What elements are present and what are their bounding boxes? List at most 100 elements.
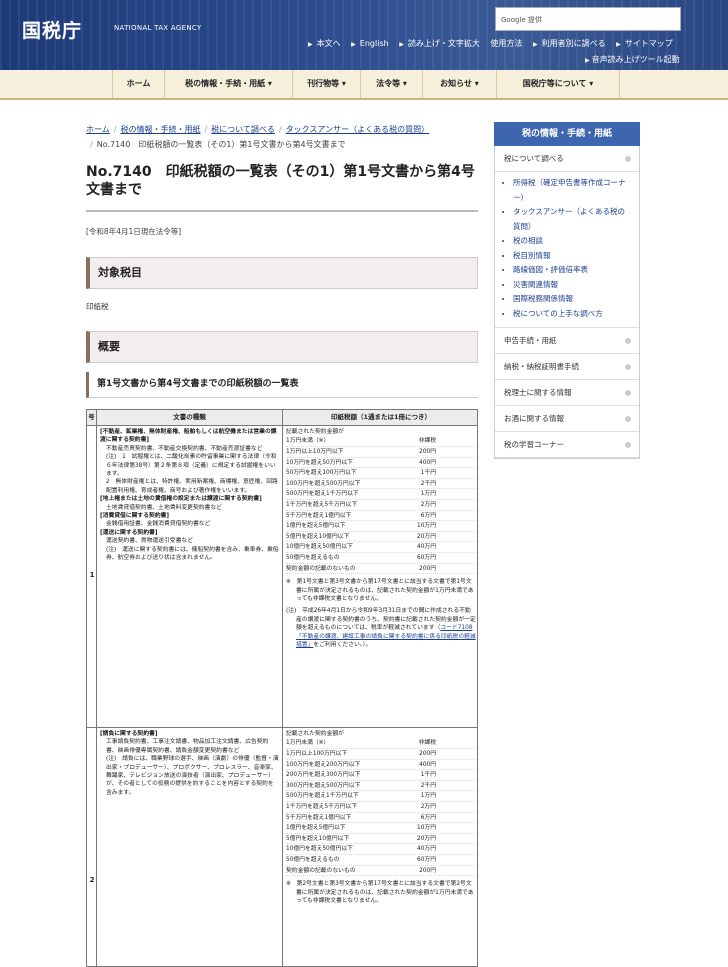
rate-row: 10万円を超え50万円以下 400円 bbox=[286, 458, 476, 469]
rate-row: 300万円を超え500万円以下 2千円 bbox=[286, 781, 476, 792]
document-description: 不動産売買契約書、不動産交換契約書、不動産売渡証書など bbox=[106, 445, 263, 452]
nav-tax-info[interactable]: 税の情報・手続・用紙 ▾ bbox=[164, 70, 292, 98]
sidebar-subitem[interactable]: 所得税（確定申告書等作成コーナー） bbox=[513, 176, 631, 205]
row-number: 1 bbox=[89, 571, 95, 579]
rate-amount: 40万円 bbox=[417, 544, 436, 551]
rate-row: 5億円を超え10億円以下 20万円 bbox=[286, 532, 476, 543]
sidebar-subitem[interactable]: タックスアンサー（よくある税の質問） bbox=[513, 205, 631, 234]
sidebar-item[interactable]: 納税・納税証明書手続 bbox=[495, 354, 639, 380]
site-logo-english: NATIONAL TAX AGENCY bbox=[114, 24, 202, 32]
breadcrumb-home[interactable]: ホーム bbox=[86, 125, 110, 134]
nav-home[interactable]: ホーム bbox=[112, 70, 164, 98]
search-input[interactable]: Google 提供 bbox=[495, 7, 681, 31]
rate-row: 50億円を超えるもの 60万円 bbox=[286, 553, 476, 564]
document-type-cell: [請負に関する契約書] 工事請負契約書、工事注文請書、物品加工注文請書、広告契約書… bbox=[97, 728, 283, 966]
util-link-usage[interactable]: 使用方法 bbox=[490, 39, 526, 48]
sidebar-item[interactable]: お酒に関する情報 bbox=[495, 406, 639, 432]
rate-row: 200万円を超え300万円以下 1千円 bbox=[286, 770, 476, 781]
rate-amount: 10万円 bbox=[417, 825, 436, 832]
rate-range: 5千万円を超え1億円以下 bbox=[286, 512, 352, 519]
util-link-read-aloud[interactable]: ▶ 読み上げ・文字拡大 bbox=[399, 39, 484, 48]
sidebar-subitem[interactable]: 国際税務関係情報 bbox=[513, 292, 631, 307]
note-text: ※ 第1号文書と第3号文書から第17号文書とに該当する文書で第1号文書に所属が決… bbox=[286, 579, 474, 602]
rate-range: 10億円を超え50億円以下 bbox=[286, 846, 353, 853]
triangle-icon: ▶ bbox=[308, 41, 313, 48]
sidebar-subitem[interactable]: 税目別情報 bbox=[513, 249, 631, 264]
rate-row: 契約金額の記載のないもの 200円 bbox=[286, 564, 476, 575]
nav-news[interactable]: お知らせ ▾ bbox=[422, 70, 496, 98]
document-description: (注) 1 試掘権とは、二酸化炭素の貯留事業に関する法律（令和６年法律第38号）… bbox=[106, 454, 277, 478]
rate-row: 500万円を超え1千万円以下 1万円 bbox=[286, 489, 476, 500]
triangle-icon: ▶ bbox=[585, 57, 590, 64]
breadcrumb-research[interactable]: 税について調べる bbox=[211, 125, 275, 134]
rate-amount: 非課税 bbox=[418, 438, 436, 445]
rate-row: 1万円以上100万円以下 200円 bbox=[286, 749, 476, 760]
tax-amount-cell: 記載された契約金額が 1万円未満（※） 非課税 1万円以上10万円以下 200円 10万… bbox=[283, 426, 477, 727]
bullet-icon bbox=[625, 442, 631, 448]
stamp-duty-table: 号 文書の種類 印紙税額（1通または1冊につき） 1 [不動産、鉱業権、無体財産… bbox=[86, 409, 478, 967]
rate-range: 100万円を超え200万円以下 bbox=[286, 761, 361, 768]
rate-amount: 400円 bbox=[419, 459, 436, 466]
note-text: (注) 平成26年4月1日から令和9年3月31日までの間に作成される不動産の譲渡… bbox=[286, 608, 476, 648]
document-type-cell: [不動産、鉱業権、無体財産権、船舶もしくは航空機または営業の譲渡に関する契約書]… bbox=[97, 426, 283, 727]
rate-range: 5億円を超え10億円以下 bbox=[286, 835, 350, 842]
sidebar-item[interactable]: 申告手続・用紙 bbox=[495, 328, 639, 354]
table-header: 号 文書の種類 印紙税額（1通または1冊につき） bbox=[87, 410, 477, 426]
rate-amount: 200円 bbox=[419, 751, 436, 757]
title-divider bbox=[86, 210, 478, 212]
breadcrumb-current: No.7140 印紙税額の一覧表（その1）第1号文書から第4号文書まで bbox=[96, 140, 346, 149]
global-nav: ホーム 税の情報・手続・用紙 ▾ 刊行物等 ▾ 法令等 ▾ お知らせ ▾ 国税庁… bbox=[0, 70, 728, 100]
bullet-icon bbox=[625, 156, 631, 162]
rate-row: 10億円を超え50億円以下 40万円 bbox=[286, 844, 476, 855]
sidebar-subitem[interactable]: 災害関連情報 bbox=[513, 278, 631, 293]
tax-amount-cell: 記載された契約金額が 1万円未満（※） 非課税 1万円以上100万円以下 200円 10… bbox=[283, 728, 477, 966]
sidebar-item[interactable]: 税の学習コーナー bbox=[495, 432, 639, 458]
site-logo[interactable]: 国税庁 bbox=[22, 16, 102, 42]
util-link-english[interactable]: ▶ English bbox=[351, 39, 393, 48]
search-provider-label: Google 提供 bbox=[501, 16, 542, 24]
rate-row: 5千万円を超え1億円以下 6万円 bbox=[286, 813, 476, 824]
sidebar-item[interactable]: 税理士に関する情報 bbox=[495, 380, 639, 406]
rate-row: 1億円を超え5億円以下 10万円 bbox=[286, 521, 476, 532]
document-category: [運送に関する契約書] bbox=[100, 529, 158, 536]
nav-laws[interactable]: 法令等 ▾ bbox=[360, 70, 422, 98]
util-link-sitemap[interactable]: ▶ サイトマップ bbox=[616, 39, 677, 48]
util-link-by-user[interactable]: ▶ 利用者別に調べる bbox=[533, 39, 610, 48]
rate-list: 1万円未満（※） 非課税 1万円以上100万円以下 200円 100万円を超え200万円… bbox=[286, 738, 476, 877]
sidebar-sublist: 所得税（確定申告書等作成コーナー）タックスアンサー（よくある税の質問）税の相談税… bbox=[495, 172, 639, 328]
utility-links: ▶ 本文へ ▶ English ▶ 読み上げ・文字拡大 使用方法 ▶ 利用者別に調べる … bbox=[308, 38, 718, 49]
sidebar-title: 税の情報・手続・用紙 bbox=[494, 122, 640, 146]
util-link-main[interactable]: ▶ 本文へ bbox=[308, 39, 345, 48]
bullet-icon bbox=[625, 338, 631, 344]
triangle-icon: ▶ bbox=[616, 41, 621, 48]
rate-range: 1万円以上10万円以下 bbox=[286, 449, 344, 455]
heading-target-tax: 対象税目 bbox=[86, 257, 478, 289]
rate-range: 500万円を超え1千万円以下 bbox=[286, 491, 359, 498]
document-description: 金銭借用証書、金銭消費貸借契約書など bbox=[106, 521, 211, 528]
sidebar-subitem[interactable]: 路線価図・評価倍率表 bbox=[513, 263, 631, 278]
rate-row: 1万円以上10万円以下 200円 bbox=[286, 447, 476, 458]
note-text: ※ 第2号文書と第3号文書から第17号文書とに該当する文書で第2号文書に所属が決… bbox=[286, 881, 474, 904]
rates-title: 記載された契約金額が bbox=[286, 429, 344, 435]
sidebar-subitem[interactable]: 税についての上手な調べ方 bbox=[513, 307, 631, 322]
sidebar-item-research[interactable]: 税について調べる bbox=[495, 146, 639, 172]
sidebar-subitem[interactable]: 税の相談 bbox=[513, 234, 631, 249]
row-number: 2 bbox=[89, 876, 95, 884]
breadcrumb-tax-answer[interactable]: タックスアンサー（よくある税の質問） bbox=[286, 125, 429, 134]
triangle-icon: ▶ bbox=[532, 41, 538, 48]
rate-range: 1億円を超え5億円以下 bbox=[286, 523, 346, 530]
triangle-icon: ▶ bbox=[351, 41, 356, 48]
rate-amount: 40万円 bbox=[417, 846, 436, 853]
nav-about[interactable]: 国税庁等について ▾ bbox=[496, 70, 620, 98]
rate-row: 10億円を超え50億円以下 40万円 bbox=[286, 542, 476, 553]
rate-amount: 10万円 bbox=[417, 523, 436, 530]
nav-publications[interactable]: 刊行物等 ▾ bbox=[292, 70, 360, 98]
rate-amount: 200円 bbox=[419, 867, 436, 874]
rate-amount: 200円 bbox=[419, 449, 436, 455]
bullet-icon bbox=[625, 390, 631, 396]
util-link-voice-tool[interactable]: ▶ 音声読み上げツール起動 bbox=[585, 54, 680, 65]
rate-range: 10億円を超え50億円以下 bbox=[286, 544, 353, 551]
rate-row: 500万円を超え1千万円以下 1万円 bbox=[286, 791, 476, 802]
rate-row: 1千万円を超え5千万円以下 2万円 bbox=[286, 500, 476, 511]
breadcrumb-tax-info[interactable]: 税の情報・手続・用紙 bbox=[120, 125, 200, 134]
